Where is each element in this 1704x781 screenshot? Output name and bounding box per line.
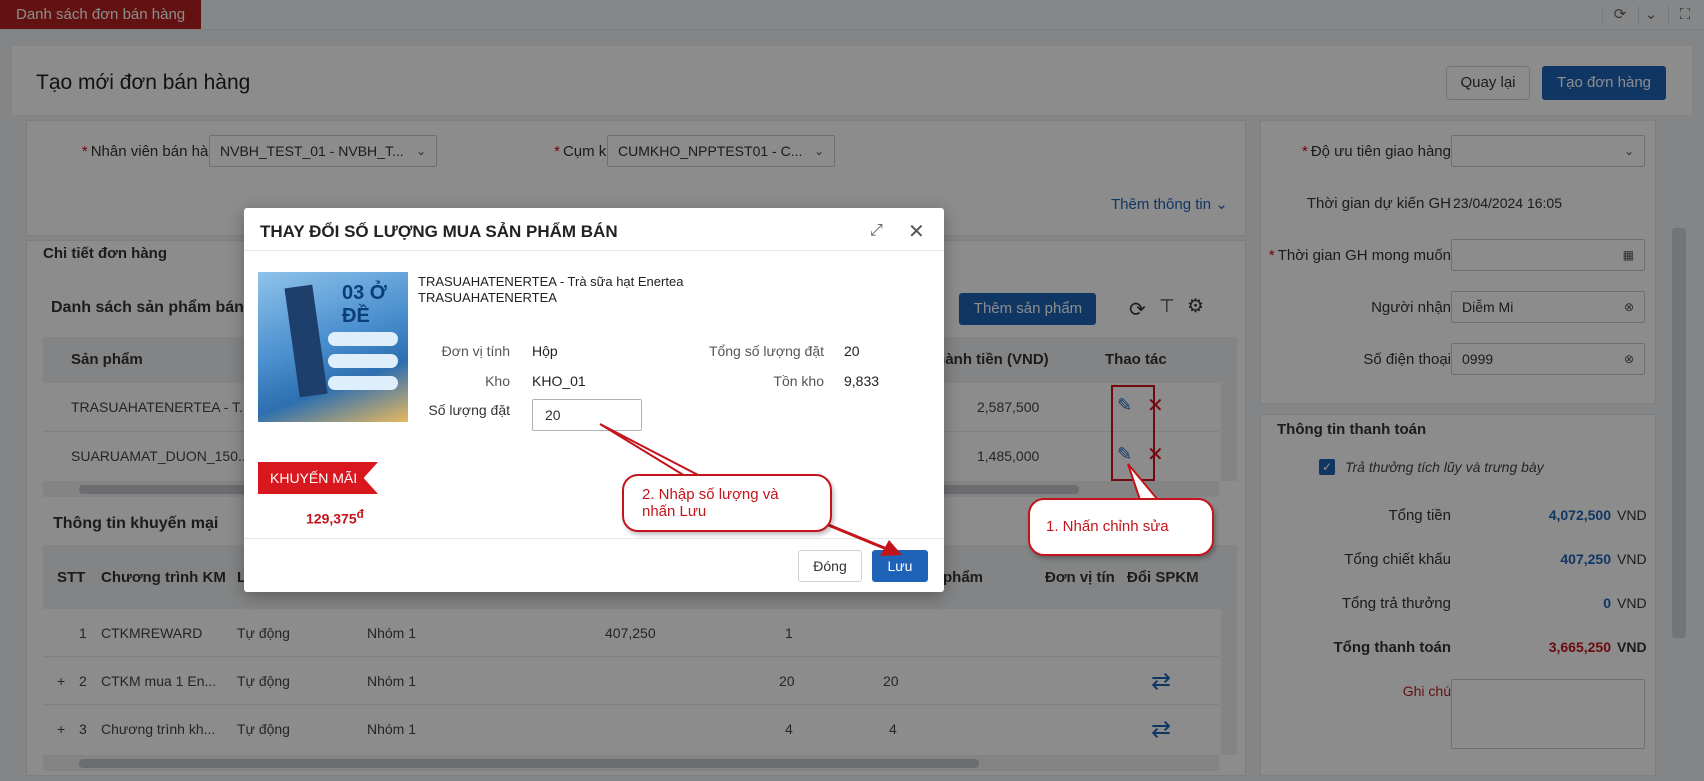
callout-pointer (599, 423, 701, 477)
callout-pointer (1127, 463, 1161, 501)
annotation-arrows (599, 423, 1161, 556)
arrow-line (825, 522, 895, 554)
step1-callout: 1. Nhấn chỉnh sửa (1028, 498, 1214, 556)
step2-line2: nhấn Lưu (642, 503, 707, 520)
step2-callout: 2. Nhập số lượng và nhấn Lưu (622, 474, 832, 532)
step2-line1: 2. Nhập số lượng và (642, 486, 779, 503)
